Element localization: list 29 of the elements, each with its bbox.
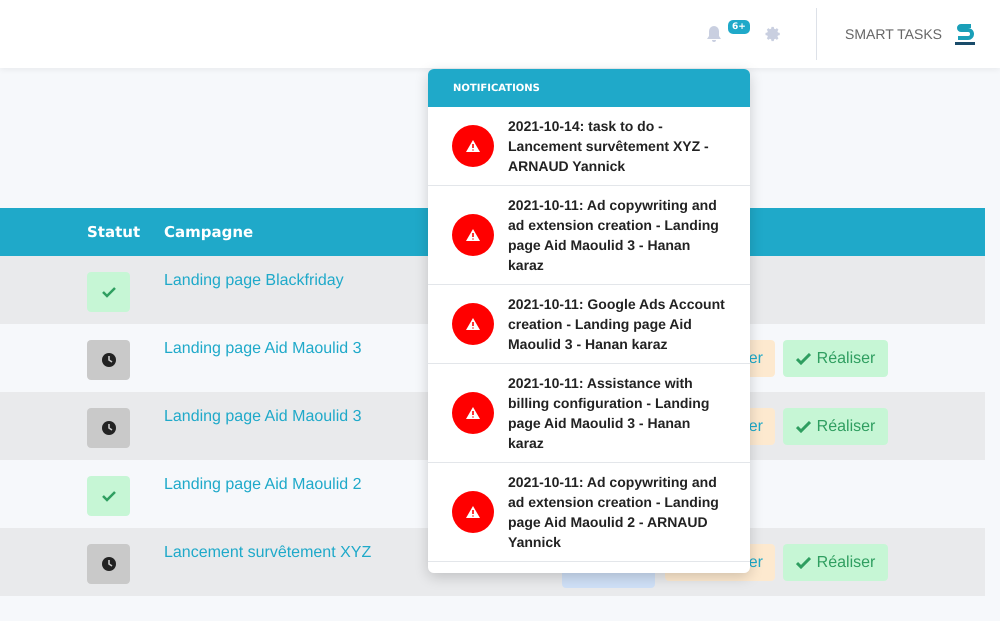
warning-icon <box>452 303 494 345</box>
notification-item[interactable]: 2021-10-11: Google Ads Account creation - Landing page Aid Maoulid 3 - Hanan karaz <box>428 285 750 364</box>
check-icon <box>796 420 811 432</box>
column-header: Statut <box>87 223 140 241</box>
campaign-link[interactable]: Landing page Aid Maoulid 2 <box>164 476 362 494</box>
notification-count-badge: 6+ <box>728 20 750 34</box>
campaign-link[interactable]: Landing page Aid Maoulid 3 <box>164 408 362 426</box>
check-icon <box>796 556 811 568</box>
campaign-link[interactable]: Landing page Blackfriday <box>164 272 344 290</box>
campaign-link[interactable]: Landing page Aid Maoulid 3 <box>164 340 362 358</box>
notification-item[interactable]: 2021-10-11: Assistance with billing configuration - Landing page Aid Maoulid 3 - Hanan karaz <box>428 364 750 463</box>
warning-icon <box>452 491 494 533</box>
warning-icon <box>452 125 494 167</box>
realiser-button[interactable]: Réaliser <box>783 340 888 377</box>
campaign-link[interactable]: Lancement survêtement XYZ <box>164 544 372 562</box>
check-icon <box>796 352 811 364</box>
notification-item[interactable]: 2021-10-14: task to do - Lancement survêtement XYZ - ARNAUD Yannick <box>428 107 750 186</box>
settings-icon[interactable] <box>764 25 782 43</box>
bell-icon[interactable] <box>704 24 724 44</box>
logo-icon <box>954 21 976 47</box>
realiser-button[interactable]: Réaliser <box>783 408 888 445</box>
brand-name: SMART TASKS <box>845 26 942 42</box>
realiser-button[interactable]: Réaliser <box>783 544 888 581</box>
notification-item[interactable]: 2021-10-11: Ad copywriting and ad extension creation - Landing page Aid Maoulid 3 - Hanan karaz <box>428 186 750 285</box>
dropdown-title: NOTIFICATIONS <box>428 69 750 107</box>
notification-item[interactable]: 2021-10-11: Ad copywriting and ad extension creation - Landing page Aid Maoulid 2 - ARNAUD Yannick <box>428 463 750 562</box>
warning-icon <box>452 392 494 434</box>
column-header: Campagne <box>164 223 254 241</box>
warning-icon <box>452 214 494 256</box>
